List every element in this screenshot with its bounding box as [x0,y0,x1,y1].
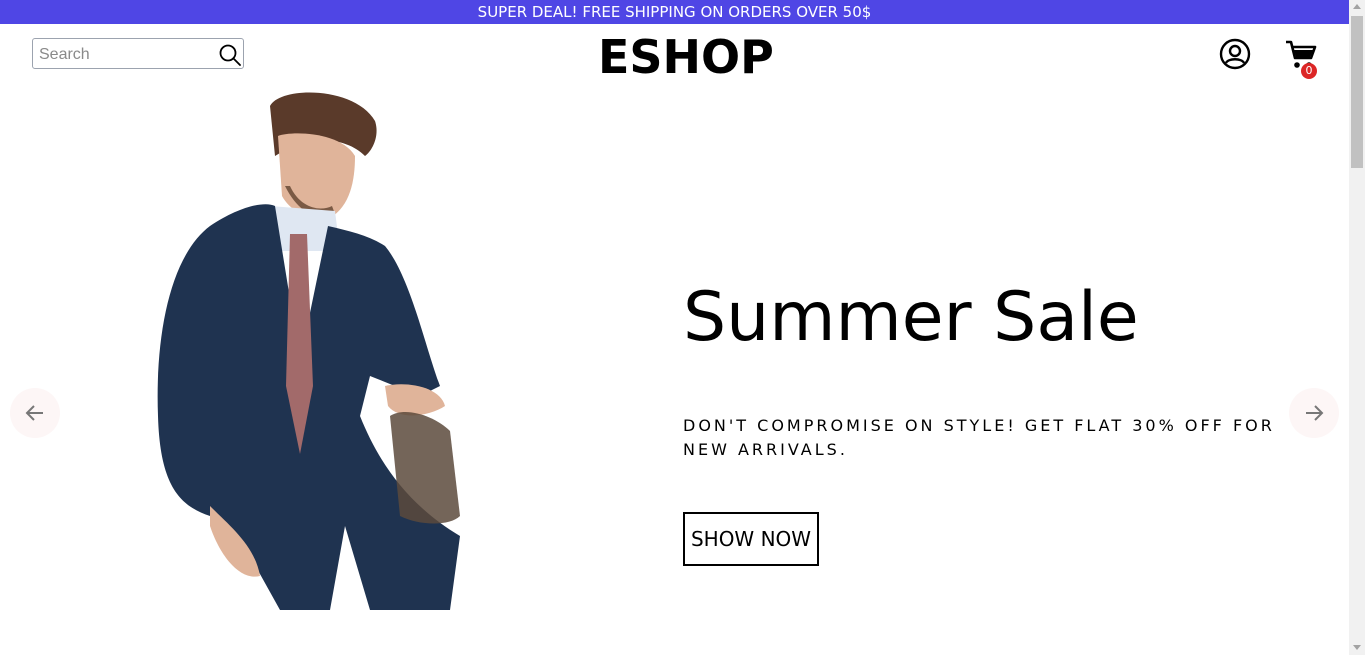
arrow-right-icon [1306,405,1324,421]
search-input[interactable] [37,43,213,67]
scroll-thumb[interactable] [1351,16,1363,168]
hero-slider: Summer Sale DON'T COMPROMISE ON STYLE! G… [0,86,1349,655]
search-container [32,38,244,69]
header: ESHOP 0 [0,24,1349,86]
arrow-left-icon [25,405,43,421]
show-now-button[interactable]: SHOW NOW [683,512,819,566]
hero-title: Summer Sale [683,278,1139,357]
hero-description: DON'T COMPROMISE ON STYLE! GET FLAT 30% … [683,416,1275,459]
search-icon[interactable] [219,44,241,66]
page-scrollbar[interactable] [1349,0,1365,655]
account-icon[interactable] [1219,38,1251,70]
scroll-down-arrow[interactable] [1353,645,1361,650]
announcement-text: SUPER DEAL! FREE SHIPPING ON ORDERS OVER… [477,3,872,21]
cart-count-badge: 0 [1301,63,1317,79]
announcement-bar: SUPER DEAL! FREE SHIPPING ON ORDERS OVER… [0,0,1349,24]
logo[interactable]: ESHOP [598,30,774,84]
slider-prev-button[interactable] [10,388,60,438]
hero-model-image [157,92,460,610]
scroll-up-arrow[interactable] [1353,4,1361,9]
